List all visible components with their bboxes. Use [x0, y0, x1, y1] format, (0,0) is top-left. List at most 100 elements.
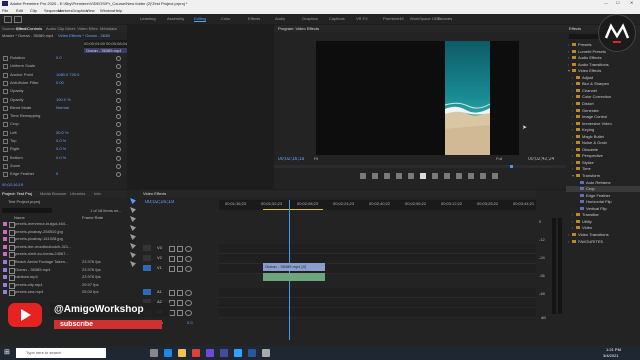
effect-property-row[interactable]: Opacity 100.0 %: [0, 97, 84, 103]
lock-icon[interactable]: [169, 266, 175, 272]
project-tab[interactable]: Media Browser: [40, 192, 70, 196]
track-source-patch[interactable]: [143, 245, 151, 251]
effects-tree-item[interactable]: › Obsolete: [566, 147, 640, 153]
property-value[interactable]: 0.0 %: [56, 147, 84, 151]
reset-parameter-icon[interactable]: [116, 155, 121, 161]
transport-play-icon[interactable]: [420, 173, 426, 179]
mute-icon[interactable]: [185, 310, 192, 316]
chevron-icon[interactable]: ›: [572, 161, 573, 165]
audio-clip[interactable]: [263, 273, 325, 281]
chevron-icon[interactable]: ▾: [568, 69, 570, 73]
chevron-icon[interactable]: ›: [572, 122, 573, 126]
property-value[interactable]: 0.0 %: [56, 156, 84, 160]
toggle-animation-icon[interactable]: [3, 139, 8, 144]
fit-dropdown[interactable]: Fit: [314, 157, 318, 161]
toggle-animation-icon[interactable]: [3, 122, 8, 128]
reset-parameter-icon[interactable]: [116, 97, 121, 103]
home-icon[interactable]: [4, 16, 12, 23]
workspace-tab[interactable]: Audio: [275, 17, 285, 21]
chevron-icon[interactable]: ›: [572, 148, 573, 152]
project-item-name[interactable]: pexels-mervenur-bulgut-464...: [15, 222, 77, 226]
project-item-name[interactable]: rainbow.mp4: [15, 275, 77, 279]
track-lane[interactable]: [219, 288, 536, 298]
edge-icon[interactable]: [164, 349, 172, 357]
effects-tree-item[interactable]: ▾ Transform: [566, 173, 640, 179]
chevron-icon[interactable]: ›: [568, 63, 569, 67]
toggle-animation-icon[interactable]: [3, 163, 8, 169]
effects-tree-item[interactable]: › Channel: [566, 88, 640, 94]
workspace-tab[interactable]: Effects: [248, 17, 260, 21]
chevron-icon[interactable]: ›: [568, 233, 569, 237]
ec-timecode[interactable]: 00;02;16;19: [2, 183, 23, 187]
project-item-name[interactable]: pexels-city.mp4: [15, 283, 77, 287]
toggle-animation-icon[interactable]: [3, 56, 8, 61]
transport-in-point-icon[interactable]: [372, 173, 378, 179]
source-tab[interactable]: Effect Controls: [16, 27, 42, 31]
column-name[interactable]: Name: [14, 216, 25, 220]
mute-icon[interactable]: [185, 290, 192, 296]
chevron-icon[interactable]: ›: [572, 102, 573, 106]
project-item-row[interactable]: pexels-mervenur-bulgut-464...: [0, 221, 127, 228]
timeline-tab[interactable]: Video Effects: [143, 192, 166, 196]
slip-tool-icon[interactable]: [130, 234, 136, 240]
reset-parameter-icon[interactable]: [116, 80, 121, 86]
media-encoder-icon[interactable]: [220, 349, 228, 357]
column-frame-rate[interactable]: Frame Rate: [82, 216, 103, 220]
menu-item[interactable]: File: [2, 9, 8, 13]
chevron-icon[interactable]: ›: [568, 50, 569, 54]
workspace-tab[interactable]: VR FX: [356, 17, 368, 21]
program-playhead[interactable]: [510, 165, 513, 168]
property-value[interactable]: 0.0 %: [56, 139, 84, 143]
effects-tree-item[interactable]: › Distort: [566, 101, 640, 107]
project-item-name[interactable]: Beach Aerial Footage Taken...: [15, 260, 77, 264]
lock-icon[interactable]: [169, 290, 175, 296]
close-button[interactable]: ✕: [630, 1, 633, 5]
effects-tree-item[interactable]: Crop: [566, 186, 640, 193]
chevron-icon[interactable]: ›: [568, 56, 569, 60]
toggle-animation-icon[interactable]: [3, 147, 8, 153]
chevron-icon[interactable]: ›: [572, 154, 573, 158]
sync-lock-icon[interactable]: [177, 246, 183, 252]
project-search-input[interactable]: [2, 208, 52, 213]
effects-tree-item[interactable]: › Magic Bullet: [566, 134, 640, 140]
sync-lock-icon[interactable]: [177, 290, 183, 296]
effects-tree-item[interactable]: Vertical Flip: [566, 206, 640, 212]
workspace-tab[interactable]: Editing: [194, 17, 207, 22]
chevron-icon[interactable]: ›: [568, 240, 569, 244]
timeline-timecode[interactable]: 00;02;16;19: [145, 200, 174, 206]
ripple-edit-icon[interactable]: [130, 216, 136, 222]
effects-tree-item[interactable]: › Video: [566, 225, 640, 231]
transport-out-point-icon[interactable]: [384, 173, 390, 179]
property-value[interactable]: 0: [56, 172, 84, 176]
property-value[interactable]: Normal: [56, 106, 84, 110]
property-value[interactable]: 100.0 %: [56, 98, 84, 102]
chevron-icon[interactable]: ▾: [572, 174, 574, 178]
eye-icon[interactable]: [185, 266, 192, 272]
effects-tree-item[interactable]: › Time: [566, 166, 640, 172]
effects-tree-item[interactable]: › Noise & Grain: [566, 140, 640, 146]
toggle-animation-icon[interactable]: [3, 64, 8, 70]
project-tab[interactable]: Project: Test Project: [2, 192, 32, 196]
work-area-bar[interactable]: [263, 209, 323, 210]
photoshop-icon[interactable]: [234, 349, 242, 357]
effects-tree-item[interactable]: Horizontal Flip: [566, 199, 640, 205]
transport-step-forward-icon[interactable]: [432, 173, 438, 179]
effect-property-row[interactable]: Top 0.0 %: [0, 138, 84, 144]
program-video-frame[interactable]: [316, 41, 519, 155]
taskbar-search-input[interactable]: Type here to search: [16, 348, 106, 358]
project-item-row[interactable]: pexels-sea.mp4 25.00 fps: [0, 289, 127, 297]
menu-item[interactable]: Edit: [16, 9, 23, 13]
effects-tree-item[interactable]: › FAVOURITES: [566, 239, 640, 245]
project-item-name[interactable]: pexels-ibrr-mouttouloutch-321...: [15, 245, 77, 249]
effect-property-row[interactable]: Left 30.0 %: [0, 130, 84, 136]
effects-tree-item[interactable]: › Stylize: [566, 160, 640, 166]
effects-tree-item[interactable]: › Audio Effects: [566, 55, 640, 61]
transport-go-to-in-icon[interactable]: [396, 173, 402, 179]
subscribe-button[interactable]: subscribe: [54, 320, 162, 329]
track-source-patch[interactable]: [143, 255, 151, 261]
project-item-row[interactable]: pexels-pixabay-258510.jpg: [0, 229, 127, 236]
maximize-button[interactable]: ☐: [616, 1, 620, 5]
word-icon[interactable]: [248, 349, 256, 357]
reset-parameter-icon[interactable]: [116, 130, 121, 136]
reset-parameter-icon[interactable]: [116, 163, 121, 169]
